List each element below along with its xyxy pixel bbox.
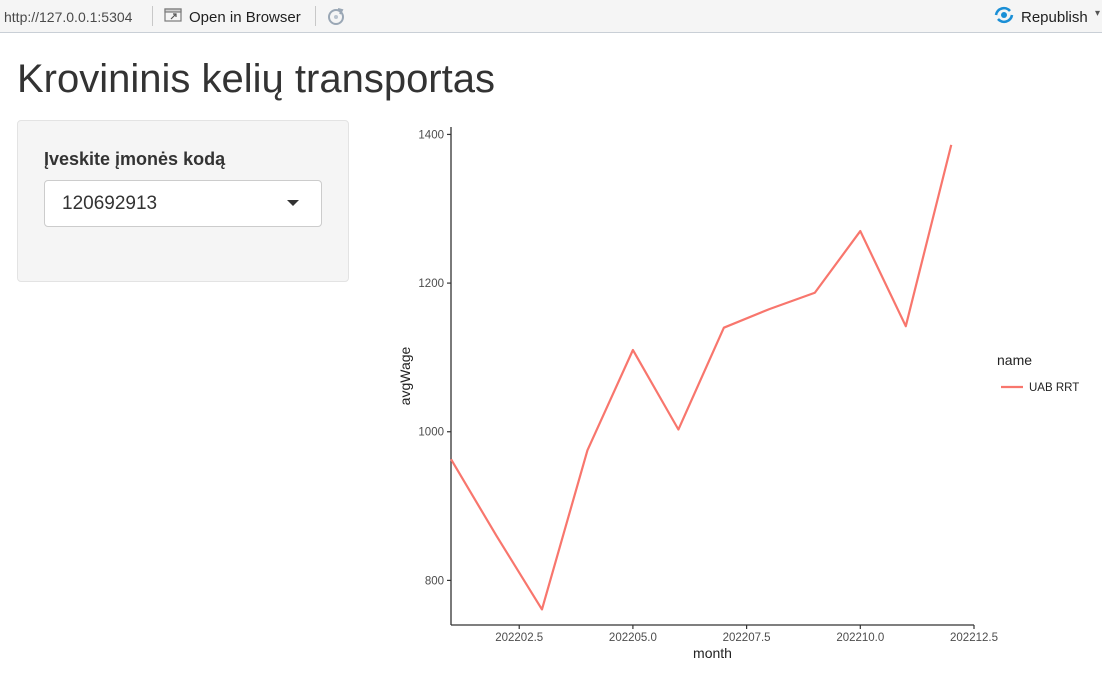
open-in-browser-icon: [163, 7, 183, 28]
toolbar-divider: [315, 6, 316, 26]
chevron-down-icon: [287, 200, 299, 206]
page-title: Krovininis kelių transportas: [17, 57, 495, 101]
y-tick-label: 800: [425, 575, 444, 587]
x-tick-label: 202202.5: [495, 632, 543, 644]
x-tick-label: 202207.5: [723, 632, 771, 644]
legend-title: name: [997, 352, 1032, 368]
y-tick-label: 1400: [418, 129, 444, 141]
series-line-uab-rrt: [450, 144, 953, 611]
republish-dropdown-icon[interactable]: ▾: [1095, 8, 1100, 19]
open-in-browser-label: Open in Browser: [189, 8, 301, 26]
x-tick-label: 202205.0: [609, 632, 657, 644]
x-axis-title: month: [693, 645, 732, 661]
url-text: http://127.0.0.1:5304: [4, 9, 133, 25]
sidebar-panel: Įveskite įmonės kodą 120692913: [17, 120, 349, 282]
company-code-select[interactable]: 120692913: [44, 180, 322, 227]
company-code-label: Įveskite įmonės kodą: [44, 149, 226, 169]
x-tick-label: 202210.0: [836, 632, 884, 644]
refresh-icon[interactable]: [325, 6, 347, 28]
avg-wage-line-chart: 800 1000 1200 1400 202202.5 202205.0 202207.5 2…: [397, 127, 1079, 661]
x-tick-label: 202212.5: [950, 632, 998, 644]
y-tick-label: 1000: [418, 427, 444, 439]
legend-label: UAB RRT: [1029, 382, 1079, 394]
open-in-browser-button[interactable]: Open in Browser: [163, 6, 301, 28]
y-axis-title: avgWage: [397, 346, 413, 405]
viewer-toolbar: http://127.0.0.1:5304 Open in Browser Re…: [0, 0, 1102, 33]
company-code-value: 120692913: [62, 193, 158, 214]
republish-label: Republish: [1021, 8, 1088, 26]
toolbar-divider: [152, 6, 153, 26]
republish-button[interactable]: Republish: [993, 6, 1088, 28]
republish-icon: [993, 6, 1015, 29]
y-tick-label: 1200: [418, 278, 444, 290]
